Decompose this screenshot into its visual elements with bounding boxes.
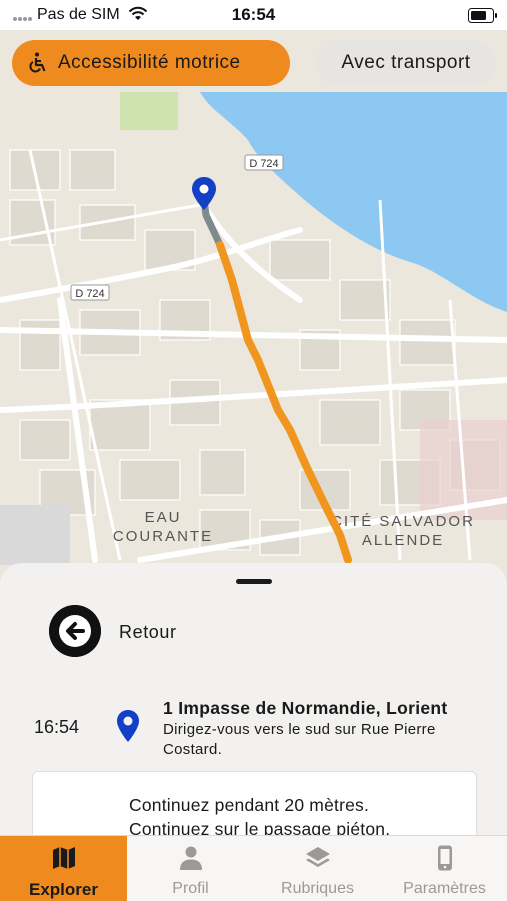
tab-parametres[interactable]: Paramètres (381, 836, 507, 901)
drag-handle[interactable] (236, 579, 272, 584)
accessibility-filter-button[interactable]: Accessibilité motrice (12, 40, 290, 86)
tab-rubriques[interactable]: Rubriques (254, 836, 381, 901)
tab-bar: Explorer Profil Rubriques Paramètres (0, 835, 507, 901)
district-label-eau: EAU (145, 509, 182, 526)
tab-profil-label: Profil (172, 880, 209, 897)
map-icon (52, 847, 75, 869)
back-arrow-icon[interactable] (49, 605, 101, 657)
back-label[interactable]: Retour (119, 622, 177, 643)
step-time: 16:54 (34, 717, 80, 737)
tab-rubriques-label: Rubriques (281, 880, 354, 897)
accessibility-filter-label: Accessibilité motrice (58, 52, 241, 73)
tab-parametres-label: Paramètres (403, 880, 486, 897)
road-label-1: D 724 (249, 158, 278, 170)
step-location-pin-icon (117, 710, 139, 742)
instruction-line-1: Continuez pendant 20 mètres. (129, 795, 370, 815)
tab-explorer[interactable]: Explorer (0, 836, 127, 901)
status-bar: Pas de SIM 16:54 (0, 0, 507, 30)
transport-filter-label: Avec transport (341, 52, 471, 73)
district-label-cite: CITÉ SALVADOR (331, 513, 475, 530)
person-icon (179, 846, 202, 870)
battery-icon (468, 8, 497, 23)
layers-icon (305, 847, 330, 867)
instruction-card[interactable]: Continuez pendant 20 mètres. Continuez s… (32, 771, 477, 835)
road-label-2: D 724 (75, 288, 104, 300)
phone-icon (437, 845, 452, 871)
district-label-courante: COURANTE (113, 528, 213, 545)
district-label-allende: ALLENDE (362, 532, 444, 549)
directions-panel: Retour 16:54 1 Impasse de Normandie, Lor… (0, 563, 507, 835)
tab-profil[interactable]: Profil (127, 836, 254, 901)
status-time: 16:54 (231, 5, 276, 24)
instruction-line-2: Continuez sur le passage piéton. (129, 819, 391, 835)
wheelchair-icon (29, 52, 46, 73)
step-description: Dirigez-vous vers le sud sur Rue Pierre … (163, 721, 436, 758)
tab-explorer-label: Explorer (29, 880, 98, 899)
step-title: 1 Impasse de Normandie, Lorient (163, 698, 448, 718)
transport-filter-button[interactable]: Avec transport (316, 40, 496, 86)
